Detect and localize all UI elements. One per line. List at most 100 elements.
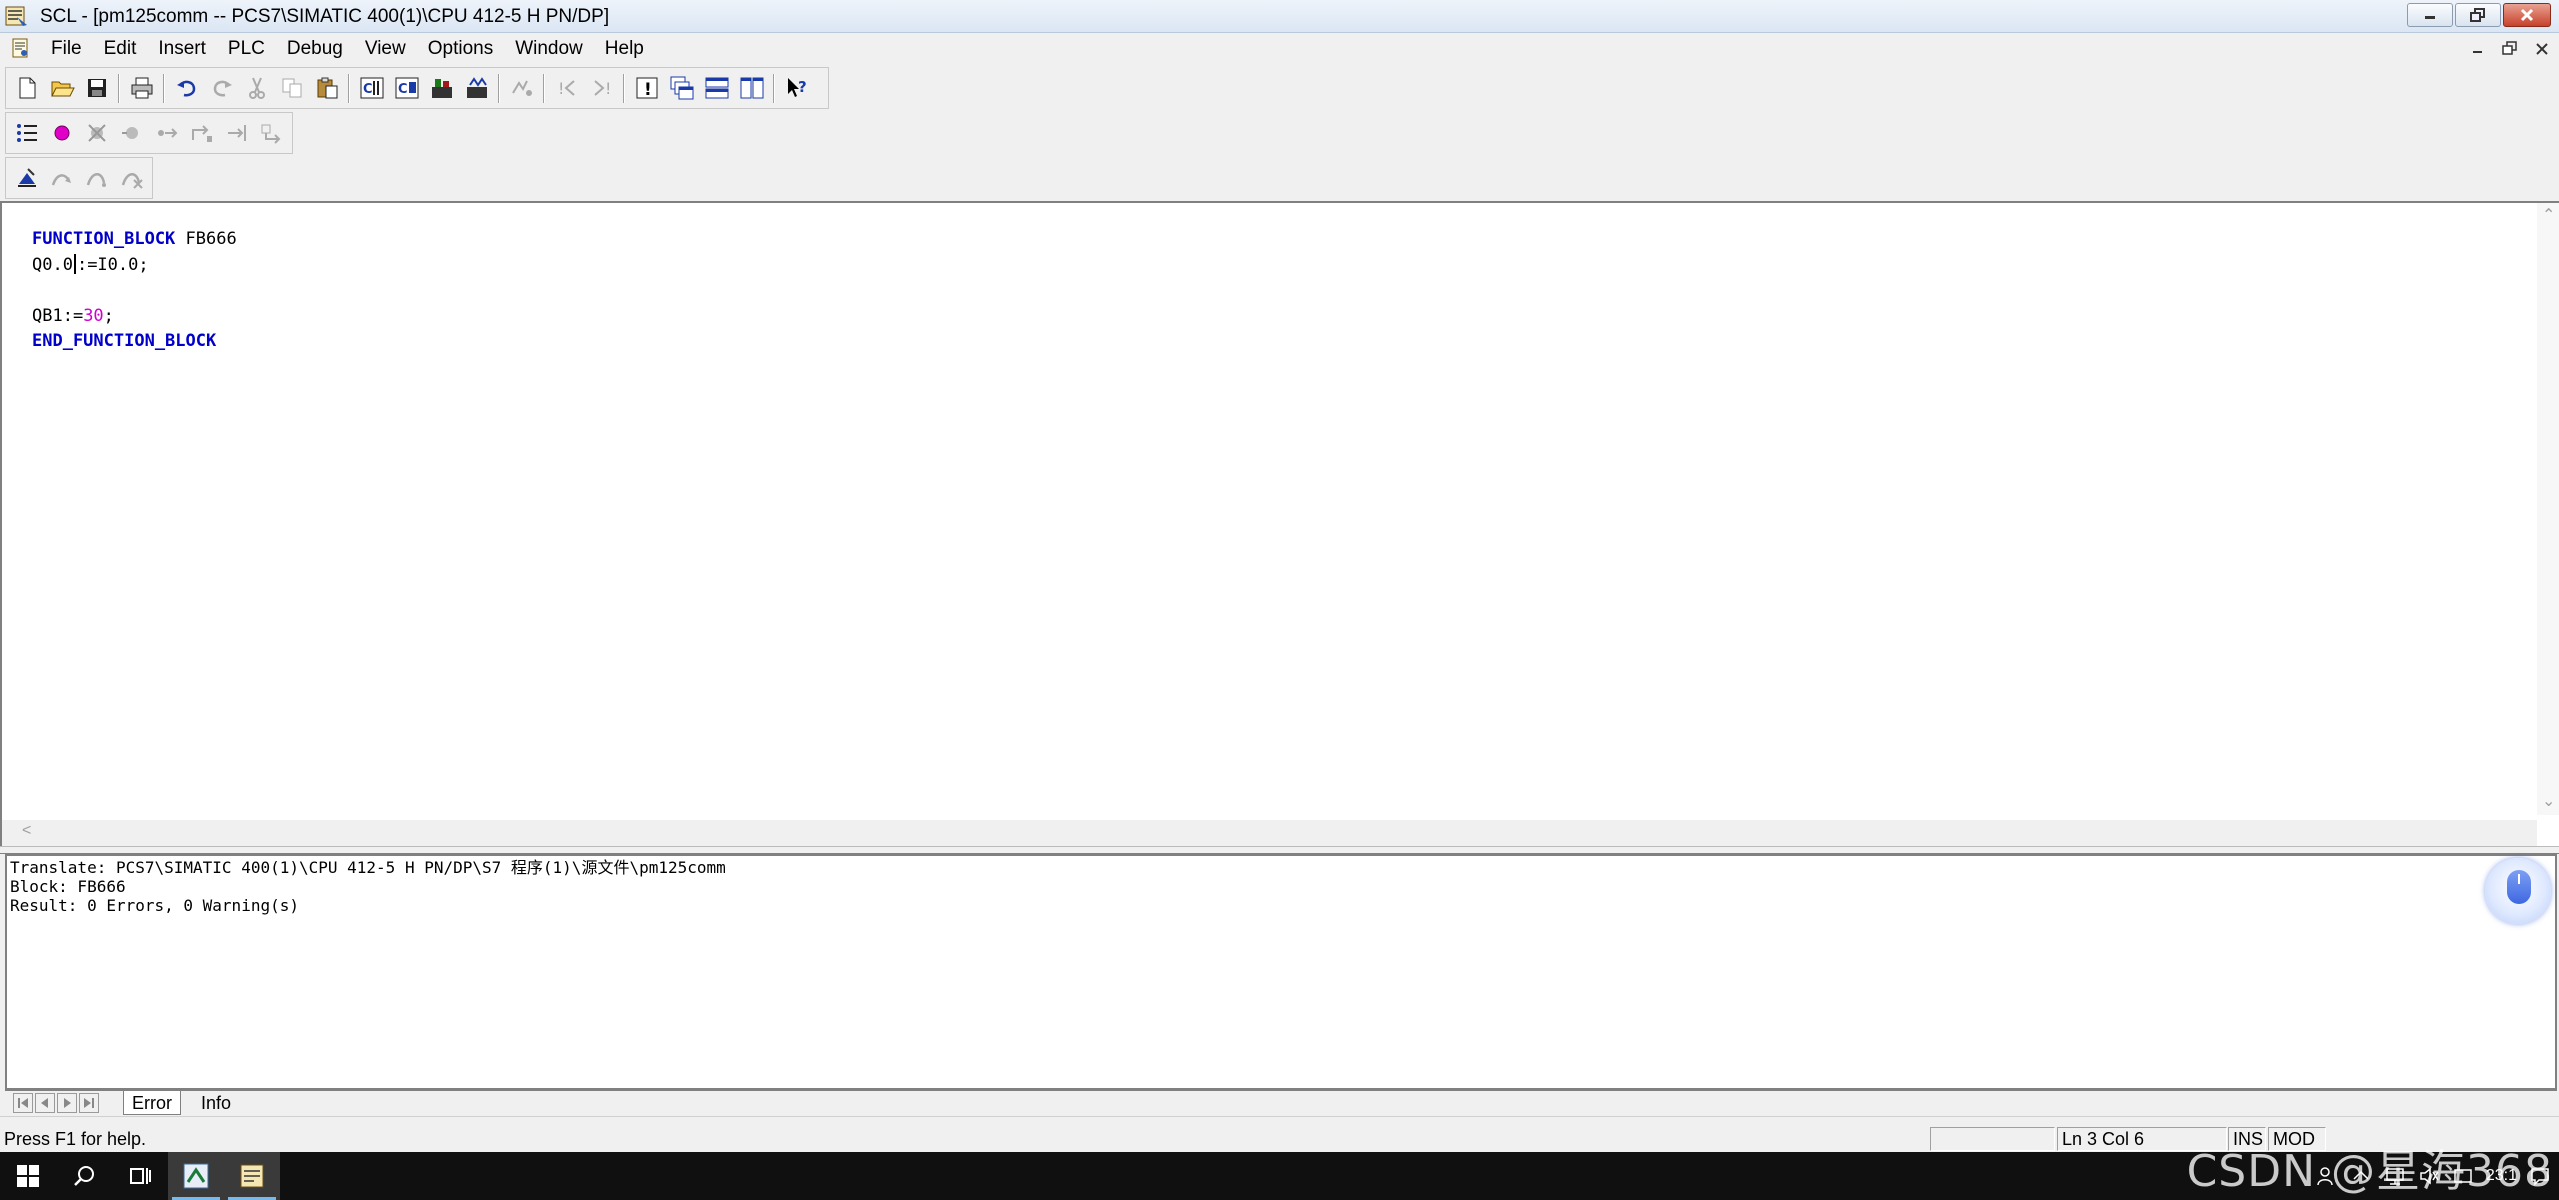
monitor-toolbar — [5, 157, 153, 199]
close-button[interactable] — [2503, 3, 2551, 27]
code-line[interactable] — [32, 278, 237, 304]
print-icon — [131, 77, 152, 99]
next-error-button[interactable]: ! — [585, 72, 618, 105]
menu-file[interactable]: File — [40, 33, 93, 65]
tab-last-button[interactable] — [79, 1093, 99, 1113]
scroll-up-icon[interactable]: ⌃ — [2542, 205, 2555, 225]
step-out-icon — [227, 125, 246, 141]
output-tabs: Error Info — [5, 1090, 2557, 1116]
print-button[interactable] — [125, 72, 158, 105]
search-icon — [74, 1166, 94, 1186]
menu-view[interactable]: View — [354, 33, 417, 65]
menu-plc[interactable]: PLC — [217, 33, 276, 65]
mdi-restore-icon[interactable] — [2499, 39, 2521, 59]
minimize-button[interactable] — [2407, 3, 2453, 27]
tab-first-button[interactable] — [13, 1093, 33, 1113]
menu-options[interactable]: Options — [417, 33, 504, 65]
editor-horizontal-scrollbar[interactable]: < — [2, 820, 2537, 846]
menu-edit[interactable]: Edit — [93, 33, 148, 65]
debug-step-button[interactable] — [45, 162, 78, 195]
tile-horizontal-button[interactable] — [700, 72, 733, 105]
menu-debug[interactable]: Debug — [276, 33, 354, 65]
redo-icon — [213, 80, 232, 97]
code-editor[interactable]: FUNCTION_BLOCK FB666 Q0.0:=I0.0; QB1:=30; E… — [0, 201, 2559, 846]
toolbar-separator — [115, 72, 123, 105]
debug-stop-icon — [121, 173, 143, 189]
menu-window[interactable]: Window — [504, 33, 594, 65]
code-line[interactable]: FUNCTION_BLOCK FB666 — [32, 227, 237, 253]
undo-button[interactable] — [170, 72, 203, 105]
download-button[interactable] — [425, 72, 458, 105]
paste-button[interactable] — [310, 72, 343, 105]
delete-breakpoint-button[interactable] — [80, 117, 113, 150]
step-button[interactable] — [150, 117, 183, 150]
paste-icon — [317, 77, 337, 99]
context-help-icon: ? — [787, 78, 806, 97]
scroll-left-icon[interactable]: < — [22, 822, 31, 840]
toolbar-separator — [620, 72, 628, 105]
step-into-icon — [191, 125, 212, 142]
step-into-button[interactable] — [185, 117, 218, 150]
menu-insert[interactable]: Insert — [147, 33, 217, 65]
start-button[interactable] — [0, 1152, 56, 1200]
editor-vertical-scrollbar[interactable]: ⌃ ⌄ — [2537, 203, 2559, 815]
task-view-button[interactable] — [112, 1152, 168, 1200]
standard-toolbar: C C ! ! ! ? — [5, 67, 829, 109]
redo-button[interactable] — [205, 72, 238, 105]
simatic-manager-icon — [183, 1163, 209, 1189]
search-button[interactable] — [56, 1152, 112, 1200]
breakpoint-set-button[interactable] — [45, 117, 78, 150]
scl-app-icon — [5, 6, 27, 26]
debug-next-icon — [86, 173, 106, 187]
output-line: Block: FB666 — [10, 877, 126, 896]
mdi-close-icon[interactable] — [2531, 39, 2553, 59]
compile-button[interactable]: C — [355, 72, 388, 105]
toolbar-separator — [345, 72, 353, 105]
step-out-button[interactable] — [220, 117, 253, 150]
code-line[interactable]: END_FUNCTION_BLOCK — [32, 329, 237, 355]
cascade-button[interactable] — [665, 72, 698, 105]
menu-bar: File Edit Insert PLC Debug View Options Window H… — [0, 33, 2559, 65]
run-to-cursor-button[interactable] — [255, 117, 288, 150]
previous-error-button[interactable]: ! — [550, 72, 583, 105]
debug-next-button[interactable] — [80, 162, 113, 195]
taskbar-app-scl[interactable] — [224, 1152, 280, 1200]
code-line[interactable]: Q0.0:=I0.0; — [32, 253, 237, 279]
mdi-minimize-icon[interactable] — [2467, 39, 2489, 59]
copy-button[interactable] — [275, 72, 308, 105]
code-content[interactable]: FUNCTION_BLOCK FB666 Q0.0:=I0.0; QB1:=30; E… — [32, 227, 237, 355]
breakpoint-button[interactable] — [505, 72, 538, 105]
close-icon — [2520, 8, 2534, 22]
message-button[interactable]: ! — [630, 72, 663, 105]
tab-info[interactable]: Info — [193, 1091, 239, 1115]
taskbar-app-simatic[interactable] — [168, 1152, 224, 1200]
menu-help[interactable]: Help — [594, 33, 655, 65]
svg-text:C: C — [398, 82, 408, 97]
monitor-button[interactable] — [460, 72, 493, 105]
disable-breakpoint-button[interactable] — [115, 117, 148, 150]
document-icon[interactable] — [12, 38, 30, 58]
save-button[interactable] — [80, 72, 113, 105]
code-line[interactable]: QB1:=30; — [32, 304, 237, 330]
new-button[interactable] — [10, 72, 43, 105]
text-caret — [73, 253, 76, 274]
context-help-button[interactable]: ? — [780, 72, 813, 105]
cascade-icon — [670, 76, 693, 100]
list-button[interactable] — [10, 117, 43, 150]
restore-button[interactable] — [2455, 3, 2501, 27]
debug-stop-button[interactable] — [115, 162, 148, 195]
code-text: Q0.0 — [32, 254, 73, 275]
pane-splitter[interactable] — [0, 846, 2559, 854]
monitor-continuous-button[interactable] — [10, 162, 43, 195]
tab-error[interactable]: Error — [123, 1091, 181, 1115]
open-button[interactable] — [45, 72, 78, 105]
scroll-down-icon[interactable]: ⌄ — [2542, 791, 2555, 811]
compile-icon: C — [360, 77, 383, 99]
tile-vertical-button[interactable] — [735, 72, 768, 105]
cut-button[interactable] — [240, 72, 273, 105]
floating-mouse-icon[interactable] — [2485, 858, 2551, 924]
compile-all-button[interactable]: C — [390, 72, 423, 105]
tab-prev-button[interactable] — [35, 1093, 55, 1113]
tile-vertical-icon — [740, 77, 763, 99]
tab-next-button[interactable] — [57, 1093, 77, 1113]
